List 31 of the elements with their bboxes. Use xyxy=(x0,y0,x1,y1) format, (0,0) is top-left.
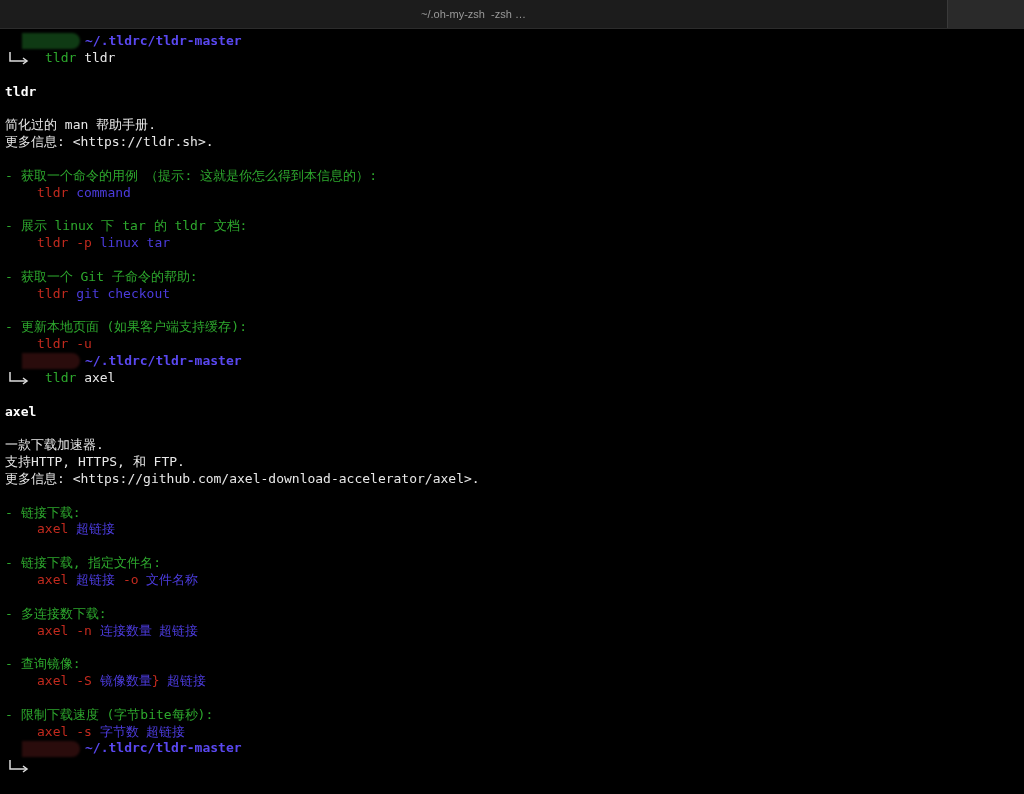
example-description: - 限制下载速度 (字节bite每秒): xyxy=(5,706,214,724)
prompt-path: ~/.tldrc/tldr-master xyxy=(85,353,242,370)
example-command: tldr -u xyxy=(37,336,92,354)
example-command: tldr -p linux tar xyxy=(37,235,171,252)
example-command: tldr command xyxy=(37,184,131,202)
example-command: axel -s 字节数 超链接 xyxy=(37,723,186,741)
example-description: - 更新本地页面 (如果客户端支持缓存): xyxy=(5,319,247,337)
example-command: axel 超链接 xyxy=(37,521,116,539)
page-title: axel xyxy=(5,403,37,421)
description-text: 更多信息: <https://tldr.sh>. xyxy=(5,134,214,151)
example-command: axel 超链接 -o 文件名称 xyxy=(37,572,199,589)
example-description: - 链接下载: xyxy=(5,504,81,522)
example-command: tldr git checkout xyxy=(37,285,171,303)
example-command: axel -n 连接数量 超链接 xyxy=(37,622,199,640)
example-description: - 多连接数下载: xyxy=(5,605,107,623)
command-line: tldr tldr xyxy=(45,49,116,67)
window-title: ~/.oh-my-zsh -zsh … xyxy=(421,8,526,20)
description-text: 简化过的 man 帮助手册. xyxy=(5,117,156,135)
example-description: - 获取一个命令的用例 （提示: 这就是你怎么得到本信息的）: xyxy=(5,167,377,185)
example-description: - 查询镜像: xyxy=(5,656,81,674)
prompt-path: ~/.tldrc/tldr-master xyxy=(85,33,242,50)
description-text: 更多信息: <https://github.com/axel-download-accelerator/axel>. xyxy=(5,470,480,488)
example-command: axel -S 镜像数量} 超链接 xyxy=(37,673,207,690)
example-description: - 展示 linux 下 tar 的 tldr 文档: xyxy=(5,218,248,236)
page-title: tldr xyxy=(5,83,37,101)
description-text: 一款下载加速器. xyxy=(5,437,104,455)
description-text: 支持HTTP, HTTPS, 和 FTP. xyxy=(5,454,185,471)
prompt-path: ~/.tldrc/tldr-master xyxy=(85,740,242,758)
example-description: - 获取一个 Git 子命令的帮助: xyxy=(5,268,198,286)
command-line: tldr axel xyxy=(45,369,116,387)
example-description: - 链接下载, 指定文件名: xyxy=(5,555,162,572)
